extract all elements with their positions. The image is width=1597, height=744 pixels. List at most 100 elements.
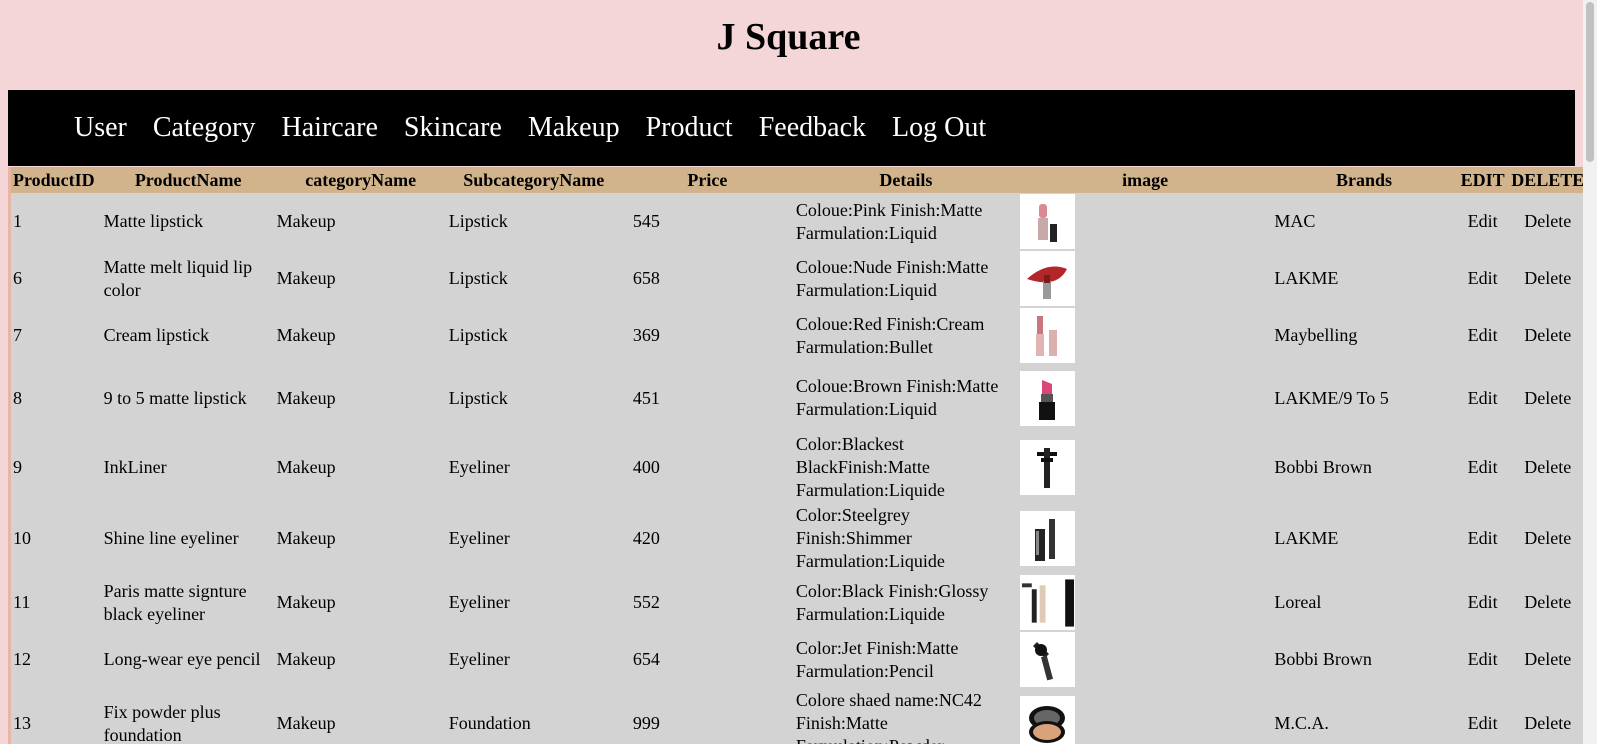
header-product-id: ProductID [11,167,102,193]
cell-image [1018,631,1273,688]
table-row: 8 9 to 5 matte lipstick Makeup Lipstick 451 C… [11,364,1586,432]
cell-product-name: Shine line eyeliner [103,528,239,548]
nav-user[interactable]: User [74,112,127,144]
cell-image [1018,250,1273,307]
red-lip-color-icon [1019,251,1075,306]
cell-price: 420 [632,528,660,548]
cell-details: Color:Blackest BlackFinish:Matte Farmula… [795,434,945,500]
cell-image [1018,193,1273,250]
cell-price: 369 [632,325,660,345]
delete-link[interactable]: Delete [1510,250,1586,307]
nav-bar: User Category Haircare Skincare Makeup Produc… [8,90,1575,166]
delete-link[interactable]: Delete [1510,503,1586,574]
cell-subcategory-name: Lipstick [448,325,508,345]
eye-pencil-icon [1019,632,1075,687]
powder-compact-icon [1019,696,1075,744]
cell-brand: MAC [1274,211,1316,231]
cell-details: Colore shaed name:NC42 Finish:Matte Farm… [795,690,982,744]
table-row: 11 Paris matte signture black eyeliner Mak… [11,574,1586,631]
cell-details: Coloue:Red Finish:Cream Farmulation:Bull… [795,313,985,357]
product-table: ProductID ProductName categoryName Subcateg… [11,167,1586,744]
edit-link[interactable]: Edit [1456,503,1510,574]
header-delete: DELETE [1509,167,1586,193]
cell-product-id: 1 [13,211,22,231]
table-header-row: ProductID ProductName categoryName Subcateg… [11,167,1586,193]
cell-product-id: 13 [13,713,31,733]
delete-link[interactable]: Delete [1510,364,1586,432]
cell-brand: Bobbi Brown [1274,457,1372,477]
cell-image [1018,503,1273,574]
cell-details: Coloue:Nude Finish:Matte Farmulation:Liq… [795,256,989,300]
edit-link[interactable]: Edit [1456,574,1510,631]
cell-category-name: Makeup [276,592,336,612]
cell-subcategory-name: Lipstick [448,387,508,408]
header: J Square [0,0,1597,90]
nav-skincare[interactable]: Skincare [404,112,502,144]
edit-link[interactable]: Edit [1456,307,1510,364]
nav-makeup[interactable]: Makeup [528,112,620,144]
cell-subcategory-name: Eyeliner [448,649,510,669]
vertical-scrollbar[interactable] [1583,0,1597,744]
cell-price: 400 [632,457,660,477]
cell-product-name: Fix powder plus foundation [103,701,221,744]
header-category-name: categoryName [274,167,447,193]
cell-subcategory-name: Eyeliner [448,528,510,548]
cell-category-name: Makeup [276,457,336,477]
edit-link[interactable]: Edit [1456,631,1510,688]
nav-feedback[interactable]: Feedback [759,112,866,144]
delete-link[interactable]: Delete [1510,307,1586,364]
cell-details: Coloue:Brown Finish:Matte Farmulation:Li… [795,376,999,419]
cell-category-name: Makeup [276,325,336,345]
header-brands: Brands [1272,167,1456,193]
cell-image [1018,432,1273,503]
table-row: 9 InkLiner Makeup Eyeliner 400 Color:Blackest… [11,432,1586,503]
edit-link[interactable]: Edit [1456,364,1510,432]
table-row: 7 Cream lipstick Makeup Lipstick 369 Coloue:R… [11,307,1586,364]
cell-product-id: 9 [13,457,22,477]
edit-link[interactable]: Edit [1456,432,1510,503]
cell-product-name: Paris matte signture black eyeliner [103,580,247,624]
cell-price: 552 [632,592,660,612]
edit-link[interactable]: Edit [1456,193,1510,250]
cell-details: Coloue:Pink Finish:Matte Farmulation:Liq… [795,199,983,243]
delete-link[interactable]: Delete [1510,432,1586,503]
cell-product-name: Matte melt liquid lip color [103,256,253,300]
page-title: J Square [716,16,861,58]
edit-link[interactable]: Edit [1456,688,1510,744]
cell-price: 658 [632,268,660,288]
cell-brand: LAKME [1274,528,1339,548]
cell-category-name: Makeup [276,649,336,669]
nav-category[interactable]: Category [153,112,256,144]
paris-eyeliner-icon [1019,575,1075,630]
header-product-name: ProductName [101,167,275,193]
nav-haircare[interactable]: Haircare [282,112,378,144]
delete-link[interactable]: Delete [1510,688,1586,744]
cell-product-id: 7 [13,325,22,345]
cell-subcategory-name: Foundation [448,713,531,733]
edit-link[interactable]: Edit [1456,250,1510,307]
cell-details: Color:Black Finish:Glossy Farmulation:Li… [795,580,989,624]
table-row: 13 Fix powder plus foundation Makeup Founda… [11,688,1586,744]
nav-product[interactable]: Product [646,112,733,144]
cell-subcategory-name: Eyeliner [448,457,510,477]
cell-details: Color:Jet Finish:Matte Farmulation:Penci… [795,637,959,681]
nav-logout[interactable]: Log Out [892,112,986,144]
delete-link[interactable]: Delete [1510,193,1586,250]
cell-details: Color:Steelgrey Finish:Shimmer Farmulati… [795,505,945,571]
scrollbar-thumb[interactable] [1586,2,1594,162]
cell-product-name: Long-wear eye pencil [103,649,261,669]
header-price: Price [620,167,794,193]
matte-lipstick-icon [1019,370,1075,426]
cell-price: 545 [632,211,660,231]
cell-category-name: Makeup [276,528,336,548]
cell-subcategory-name: Eyeliner [448,592,510,612]
delete-link[interactable]: Delete [1510,631,1586,688]
delete-link[interactable]: Delete [1510,574,1586,631]
table-row: 10 Shine line eyeliner Makeup Eyeliner 420 Co… [11,503,1586,574]
header-details: Details [793,167,1018,193]
cell-brand: Maybelling [1274,325,1358,345]
cell-product-id: 10 [13,528,31,548]
cell-subcategory-name: Lipstick [448,268,508,288]
product-table-container: ProductID ProductName categoryName Subcateg… [8,167,1586,744]
ink-liner-icon [1019,440,1075,495]
